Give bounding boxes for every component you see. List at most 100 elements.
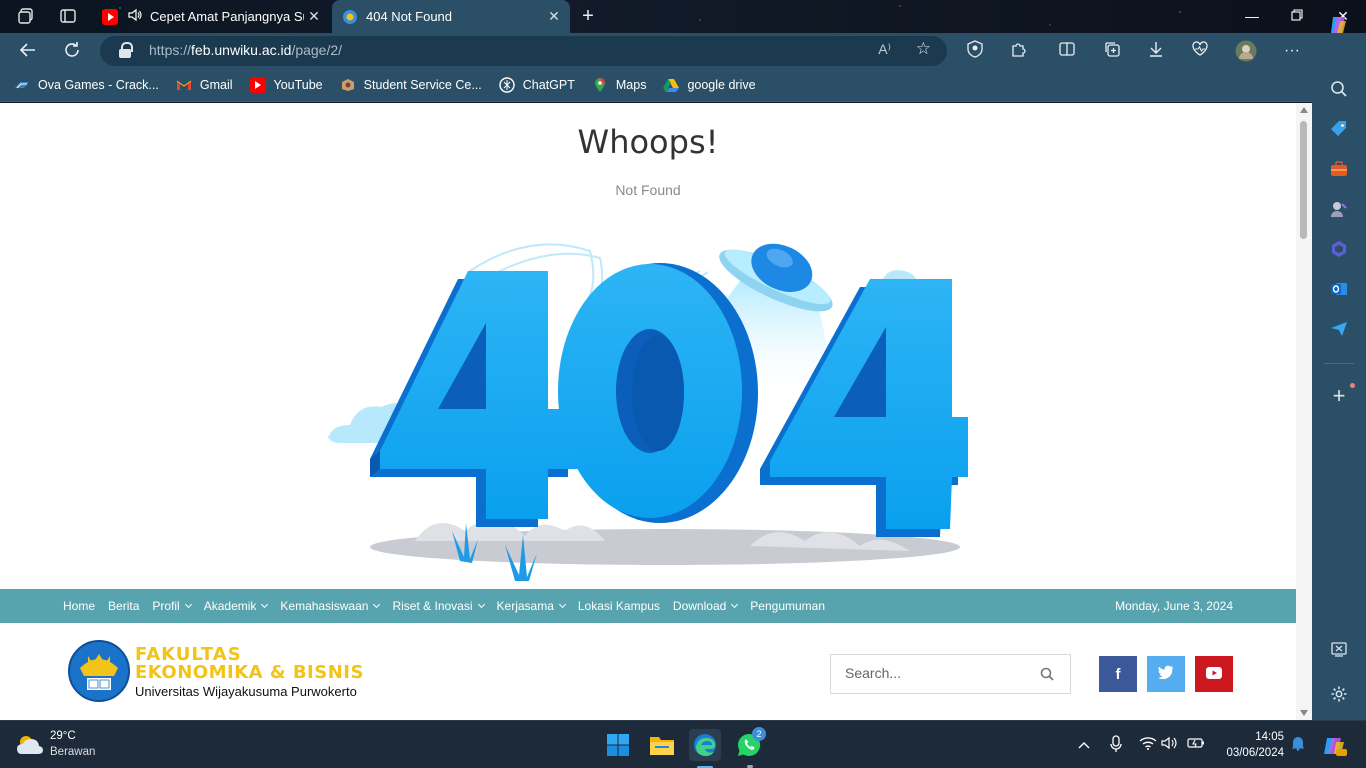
volume-icon[interactable]	[1160, 735, 1180, 755]
nav-item-akademik[interactable]: Akademik	[203, 599, 269, 613]
bookmark-gmail[interactable]: Gmail	[176, 77, 233, 93]
scroll-down-icon[interactable]	[1300, 710, 1308, 716]
wifi-icon[interactable]	[1138, 735, 1158, 755]
address-bar[interactable]: https://feb.unwiku.ac.id/page/2/ A⁾ ☆	[100, 36, 947, 66]
site-logo[interactable]: FAKULTAS EKONOMIKA & BISNIS Universitas …	[68, 640, 388, 704]
twitter-button[interactable]	[1147, 656, 1185, 692]
microsoft365-icon[interactable]	[1327, 240, 1351, 264]
bookmark-maps[interactable]: Maps	[592, 77, 646, 93]
more-menu-icon[interactable]: ···	[1280, 40, 1304, 62]
tab-actions-icon[interactable]	[59, 7, 77, 25]
search-icon[interactable]	[1040, 667, 1054, 681]
youtube-button[interactable]	[1195, 656, 1233, 692]
edge-browser-icon[interactable]	[689, 729, 721, 761]
close-tab-icon[interactable]: ✕	[304, 8, 324, 25]
minimize-icon[interactable]: —	[1241, 6, 1263, 26]
workspaces-icon[interactable]	[17, 7, 35, 25]
page-title: Whoops!	[577, 123, 719, 161]
weather-widget[interactable]: 29°C Berawan	[16, 729, 136, 761]
nav-item-pengumuman[interactable]: Pengumuman	[750, 599, 825, 613]
tools-briefcase-icon[interactable]	[1327, 160, 1351, 184]
download-icon[interactable]	[1144, 40, 1168, 62]
close-tab-icon[interactable]: ✕	[544, 8, 564, 25]
notification-bell-icon[interactable]	[1288, 735, 1308, 755]
split-screen-icon[interactable]	[1055, 40, 1079, 62]
chevron-down-icon	[477, 600, 485, 609]
favorite-star-icon[interactable]: ☆	[916, 39, 931, 59]
bookmark-google-drive[interactable]: google drive	[663, 77, 756, 93]
extensions-icon[interactable]	[1007, 40, 1031, 62]
collections-icon[interactable]	[1100, 40, 1124, 62]
nav-item-kemahasiswaan[interactable]: Kemahasiswaan	[280, 599, 381, 613]
site-favicon-icon	[342, 9, 358, 25]
url-text[interactable]: https://feb.unwiku.ac.id/page/2/	[149, 42, 342, 58]
facebook-button[interactable]: f	[1099, 656, 1137, 692]
speaker-icon[interactable]	[126, 7, 144, 26]
tab-title: 404 Not Found	[366, 9, 453, 24]
nav-item-lokasi-kampus[interactable]: Lokasi Kampus	[578, 599, 660, 613]
hide-sidebar-icon[interactable]	[1327, 640, 1351, 664]
copilot-taskbar-icon[interactable]	[1322, 735, 1348, 756]
nav-item-home[interactable]: Home	[63, 599, 95, 613]
outlook-icon[interactable]	[1327, 280, 1351, 304]
whatsapp-icon[interactable]: 2	[733, 727, 766, 761]
bookmark-youtube[interactable]: YouTube	[249, 77, 323, 93]
add-sidebar-app-icon[interactable]: +	[1327, 384, 1351, 408]
copilot-icon[interactable]	[1327, 13, 1351, 37]
settings-gear-icon[interactable]	[1327, 685, 1351, 709]
microphone-icon[interactable]	[1106, 735, 1126, 755]
bookmark-chatgpt[interactable]: ChatGPT	[499, 77, 575, 93]
start-windows-icon[interactable]	[602, 729, 634, 761]
bookmarks-bar: Ova Games - Crack... Gmail YouTube Stude…	[0, 69, 1312, 102]
search-input[interactable]	[845, 665, 1025, 681]
scroll-up-icon[interactable]	[1300, 107, 1308, 113]
nav-item-label: Kemahasiswaan	[280, 599, 369, 613]
site-search	[830, 654, 1071, 694]
scroll-thumb[interactable]	[1300, 121, 1307, 239]
nav-item-label: Akademik	[203, 599, 257, 613]
back-icon[interactable]	[16, 40, 40, 62]
tab-youtube[interactable]: Cepet Amat Panjangnya Su ✕	[92, 0, 330, 33]
shield-icon[interactable]	[963, 40, 987, 62]
nav-item-profil[interactable]: Profil	[152, 599, 192, 613]
logo-line-2: EKONOMIKA & BISNIS	[135, 662, 364, 683]
performance-icon[interactable]	[1188, 40, 1212, 62]
site-nav-list: Home Berita Profil Akademik Kemahasiswaan Ris…	[63, 589, 838, 623]
nav-item-label: Home	[63, 599, 96, 613]
bookmark-ova[interactable]: Ova Games - Crack...	[14, 77, 159, 93]
tab-404[interactable]: 404 Not Found ✕	[332, 0, 570, 33]
404-illustration	[328, 243, 968, 581]
chevron-down-icon	[184, 600, 192, 609]
restore-icon[interactable]	[1286, 6, 1308, 26]
new-tab-icon[interactable]: +	[578, 5, 598, 27]
show-hidden-icons-icon[interactable]	[1074, 735, 1094, 755]
send-icon[interactable]	[1327, 320, 1351, 344]
games-icon[interactable]	[1327, 200, 1351, 224]
nav-item-label: Pengumuman	[750, 599, 826, 613]
refresh-icon[interactable]	[60, 40, 84, 62]
read-aloud-icon[interactable]: A⁾	[878, 41, 891, 58]
page-subtitle: Not Found	[615, 182, 681, 198]
battery-icon[interactable]	[1186, 735, 1206, 755]
site-date: Monday, June 3, 2024	[1115, 599, 1233, 613]
search-icon[interactable]	[1327, 80, 1351, 104]
system-clock[interactable]: 14:05 03/06/2024	[1210, 729, 1284, 761]
drive-icon	[663, 77, 680, 93]
site-nav-bar: Home Berita Profil Akademik Kemahasiswaan Ris…	[0, 589, 1296, 623]
youtube-icon	[102, 8, 118, 25]
file-explorer-icon[interactable]	[646, 729, 678, 761]
clock-time: 14:05	[1255, 731, 1284, 743]
nav-item-download[interactable]: Download	[672, 599, 739, 613]
page-scrollbar[interactable]	[1296, 103, 1312, 720]
nav-item-kerjasama[interactable]: Kerjasama	[497, 599, 566, 613]
nav-item-label: Download	[672, 599, 727, 613]
digit-four-left	[370, 271, 578, 527]
shopping-tag-icon[interactable]	[1327, 120, 1351, 144]
youtube-icon	[249, 77, 266, 93]
bookmark-student-service[interactable]: Student Service Ce...	[340, 77, 482, 93]
logo-line-3: Universitas Wijayakusuma Purwokerto	[135, 684, 357, 699]
profile-avatar[interactable]	[1234, 40, 1258, 62]
nav-item-berita[interactable]: Berita	[108, 599, 139, 613]
nav-item-riset-inovasi[interactable]: Riset & Inovasi	[392, 599, 485, 613]
lock-icon[interactable]	[118, 42, 133, 58]
